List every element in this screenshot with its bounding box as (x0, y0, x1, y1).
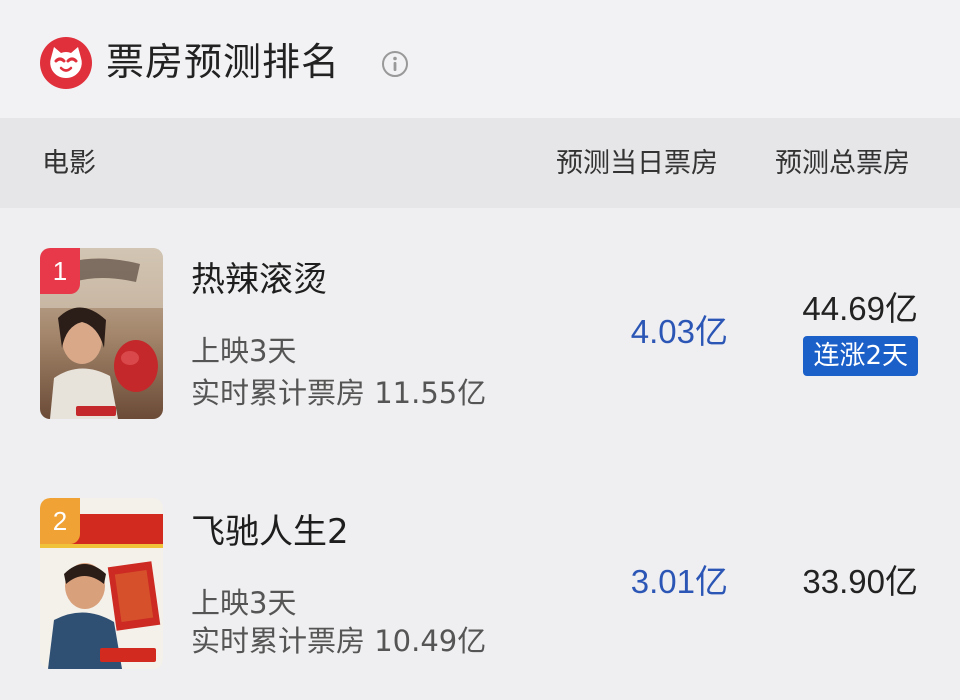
movie-title[interactable]: 热辣滚烫 (191, 260, 327, 300)
total-forecast-value: 44.69亿 (802, 290, 918, 327)
table-header: 电影 预测当日票房 预测总票房 (0, 118, 960, 208)
cumulative-box-office: 实时累计票房 10.49亿 (191, 624, 487, 658)
movie-poster[interactable]: 1 (40, 248, 163, 419)
maoyan-cat-logo-icon (40, 37, 92, 89)
today-forecast-value: 3.01亿 (630, 563, 728, 600)
trend-badge: 连涨2天 (803, 336, 918, 376)
rank-badge: 1 (40, 248, 80, 294)
page-header: 票房预测排名 (0, 0, 960, 118)
column-header-total-forecast: 预测总票房 (775, 148, 910, 179)
release-days: 上映3天 (191, 334, 297, 368)
column-header-today-forecast: 预测当日票房 (556, 148, 718, 179)
movie-poster[interactable]: 2 (40, 498, 163, 669)
info-icon[interactable] (381, 50, 409, 78)
today-forecast-value: 4.03亿 (630, 313, 728, 350)
table-row[interactable]: 1 热辣滚烫 上映3天 实时累计票房 11.55亿 4.03亿 44.69亿 连… (0, 208, 960, 438)
page-title: 票房预测排名 (106, 40, 341, 84)
rank-badge: 2 (40, 498, 80, 544)
total-forecast-value: 33.90亿 (802, 563, 918, 600)
cumulative-box-office: 实时累计票房 11.55亿 (191, 376, 487, 410)
movie-title[interactable]: 飞驰人生2 (191, 512, 349, 552)
table-row[interactable]: 2 飞驰人生2 上映3天 实时累计票房 10.49亿 3.01亿 33.90亿 (0, 458, 960, 688)
column-header-movie: 电影 (42, 148, 96, 179)
release-days: 上映3天 (191, 586, 297, 620)
